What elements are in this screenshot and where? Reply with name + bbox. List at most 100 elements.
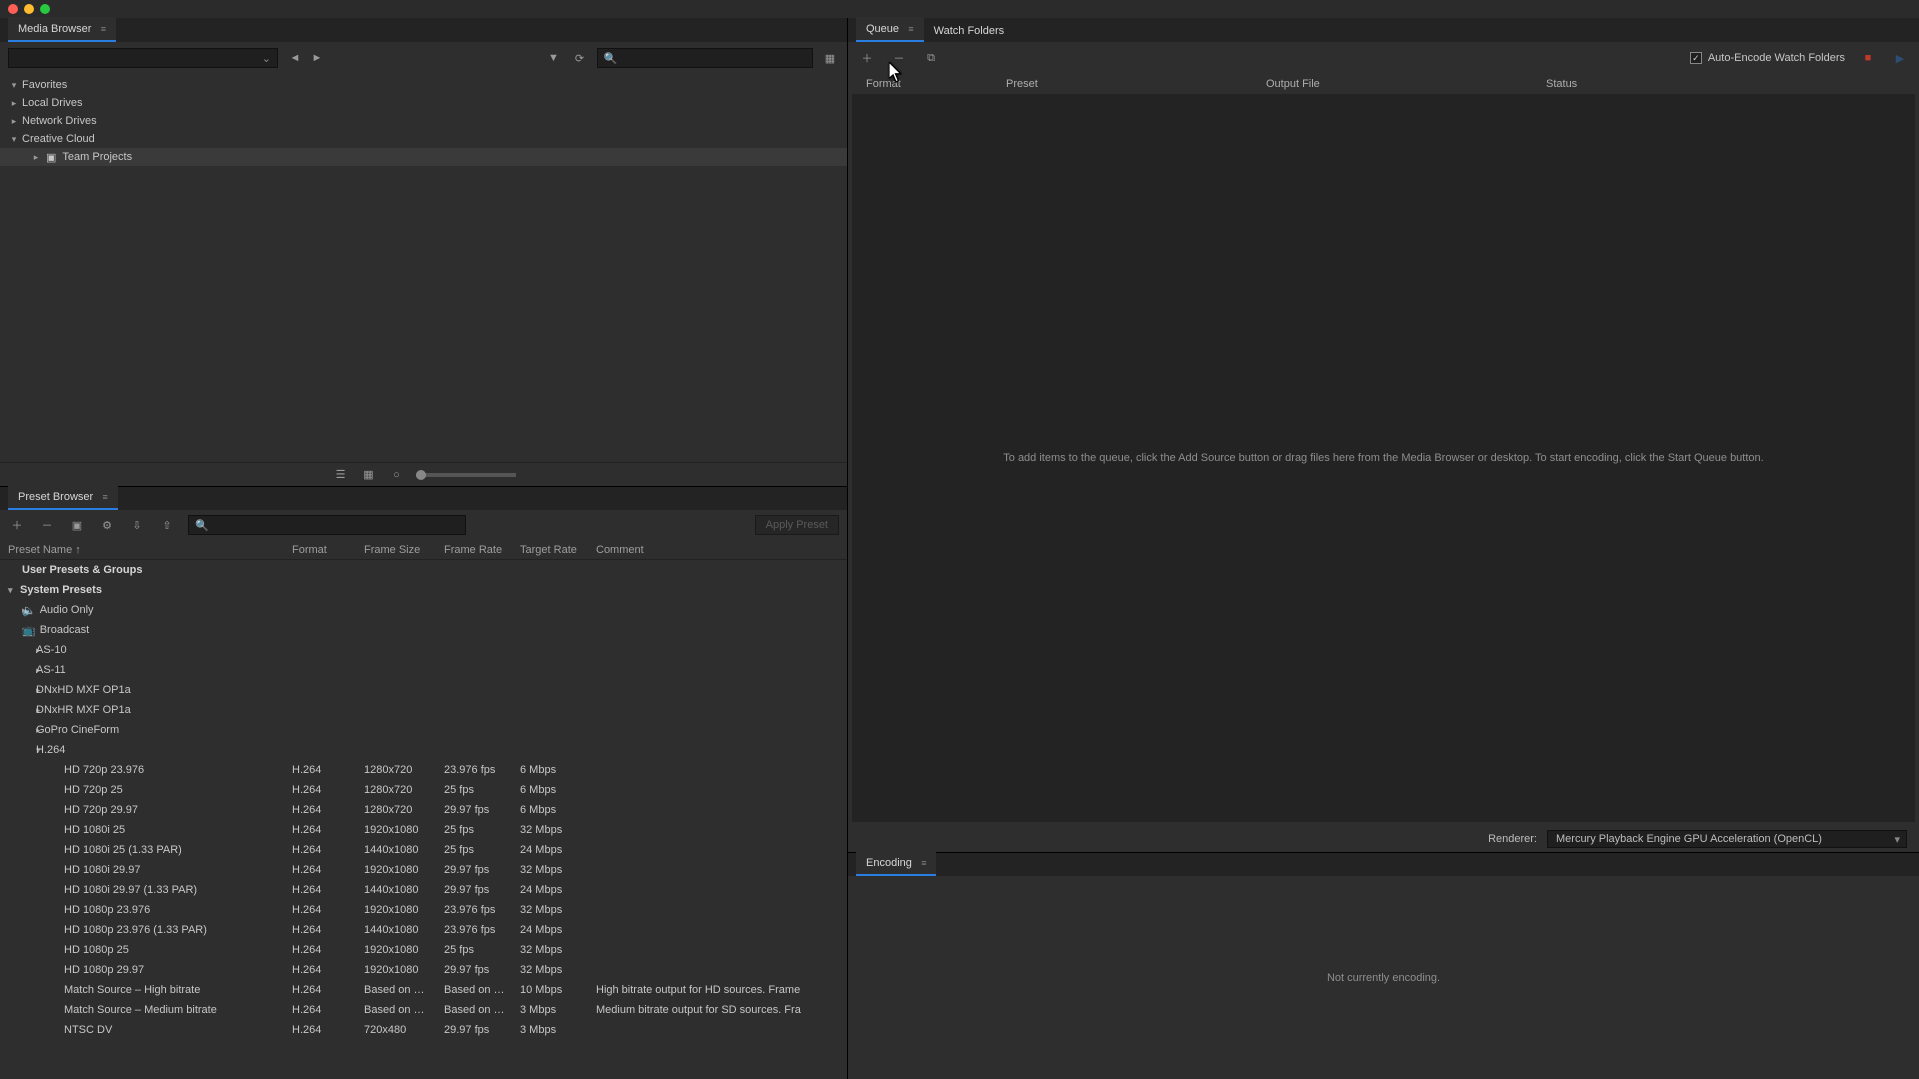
preset-row[interactable]: HD 1080p 25H.2641920x108025 fps32 Mbps [0,940,847,960]
col-format[interactable]: Format [292,544,364,556]
preset-row[interactable]: HD 1080i 25H.2641920x108025 fps32 Mbps [0,820,847,840]
list-view-icon[interactable]: ☰ [332,466,350,484]
minimize-window-icon[interactable] [24,4,34,14]
auto-encode-checkbox[interactable]: ✓ Auto-Encode Watch Folders [1690,52,1845,64]
group-dnxhr[interactable]: ▸DNxHR MXF OP1a [0,700,847,720]
tab-label: Preset Browser [18,491,93,503]
twisty-icon: ▸ [30,152,42,163]
group-gopro[interactable]: ▸GoPro CineForm [0,720,847,740]
tab-preset-browser[interactable]: Preset Browser ≡ [8,485,118,510]
panel-menu-icon[interactable]: ≡ [908,24,913,34]
export-preset-icon[interactable]: ⇧ [158,516,176,534]
queue-drop-area[interactable]: To add items to the queue, click the Add… [852,94,1915,822]
preset-row[interactable]: NTSC DVH.264720x48029.97 fps3 Mbps [0,1020,847,1040]
preset-settings-icon[interactable]: ⚙ [98,516,116,534]
panel-menu-icon[interactable]: ≡ [103,492,108,502]
new-group-icon[interactable]: ▣ [68,516,86,534]
tab-queue[interactable]: Queue ≡ [856,17,924,42]
chevron-down-icon: ⌄ [262,52,271,65]
preset-rate: 29.97 fps [444,1024,520,1036]
remove-source-icon[interactable]: － [890,49,908,67]
close-window-icon[interactable] [8,4,18,14]
preset-target: 32 Mbps [520,824,596,836]
tree-team-projects[interactable]: ▸▣Team Projects [0,148,847,166]
tree-label: Team Projects [60,151,132,163]
start-queue-icon[interactable]: ▶ [1891,49,1909,67]
preset-size: Based on … [364,984,444,996]
preset-format: H.264 [292,1024,364,1036]
preset-row[interactable]: HD 720p 29.97H.2641280x72029.97 fps6 Mbp… [0,800,847,820]
twisty-icon: ▸ [8,116,20,127]
refresh-icon[interactable]: ⟳ [571,49,589,67]
tree-creative-cloud[interactable]: ▾Creative Cloud [0,130,847,148]
remove-preset-icon[interactable]: － [38,516,56,534]
twisty-icon: ▸ [8,645,36,656]
twisty-icon: ▸ [8,685,36,696]
preset-row[interactable]: HD 720p 23.976H.2641280x72023.976 fps6 M… [0,760,847,780]
preset-format: H.264 [292,884,364,896]
preset-row[interactable]: HD 1080i 29.97 (1.33 PAR)H.2641440x10802… [0,880,847,900]
preset-row[interactable]: HD 1080p 23.976H.2641920x108023.976 fps3… [0,900,847,920]
preset-target: 24 Mbps [520,924,596,936]
group-audio-only[interactable]: ▸🔈Audio Only [0,600,847,620]
col-preset-name[interactable]: Preset Name ↑ [8,544,292,556]
panel-menu-icon[interactable]: ≡ [921,858,926,868]
group-as10[interactable]: ▸AS-10 [0,640,847,660]
group-system-presets[interactable]: ▾System Presets [0,580,847,600]
preset-row[interactable]: HD 1080p 23.976 (1.33 PAR)H.2641440x1080… [0,920,847,940]
col-target-rate[interactable]: Target Rate [520,544,596,556]
tree-local-drives[interactable]: ▸Local Drives [0,94,847,112]
nav-forward-icon[interactable]: ► [308,49,326,67]
maximize-window-icon[interactable] [40,4,50,14]
preset-search-input[interactable]: 🔍 [188,515,466,535]
group-broadcast[interactable]: ▾📺Broadcast [0,620,847,640]
preset-size: 720x480 [364,1024,444,1036]
preset-name: Match Source – Medium bitrate [8,1004,217,1016]
nav-back-icon[interactable]: ◄ [286,49,304,67]
tab-watch-folders[interactable]: Watch Folders [924,19,1015,42]
twisty-icon: ▾ [8,585,20,596]
preset-name: HD 1080i 25 (1.33 PAR) [8,844,182,856]
col-comment[interactable]: Comment [596,544,847,556]
stop-queue-icon[interactable]: ■ [1859,49,1877,67]
queue-tabbar: Queue ≡ Watch Folders [848,18,1919,42]
col-frame-size[interactable]: Frame Size [364,544,444,556]
group-h264[interactable]: ▾H.264 [0,740,847,760]
zoom-out-icon[interactable]: ○ [388,466,406,484]
preset-row[interactable]: HD 1080i 25 (1.33 PAR)H.2641440x108025 f… [0,840,847,860]
zoom-slider[interactable] [416,473,516,477]
renderer-dropdown[interactable]: Mercury Playback Engine GPU Acceleration… [1547,830,1907,848]
preset-format: H.264 [292,1004,364,1016]
apply-preset-button[interactable]: Apply Preset [755,515,839,535]
preset-name: HD 1080p 25 [8,944,129,956]
tree-network-drives[interactable]: ▸Network Drives [0,112,847,130]
preset-row[interactable]: Match Source – High bitrateH.264Based on… [0,980,847,1000]
tab-media-browser[interactable]: Media Browser ≡ [8,17,116,42]
add-preset-icon[interactable]: ＋ [8,516,26,534]
panel-menu-icon[interactable]: ≡ [101,24,106,34]
preset-row[interactable]: HD 720p 25H.2641280x72025 fps6 Mbps [0,780,847,800]
media-browser-tabbar: Media Browser ≡ [0,18,847,42]
ingest-icon[interactable]: ▦ [821,49,839,67]
col-frame-rate[interactable]: Frame Rate [444,544,520,556]
preset-row[interactable]: HD 1080i 29.97H.2641920x108029.97 fps32 … [0,860,847,880]
sort-asc-icon: ↑ [75,544,81,556]
tree-favorites[interactable]: ▾Favorites [0,76,847,94]
preset-row[interactable]: HD 1080p 29.97H.2641920x108029.97 fps32 … [0,960,847,980]
tab-label: Watch Folders [934,25,1005,37]
duplicate-icon[interactable]: ⧉ [922,49,940,67]
tab-encoding[interactable]: Encoding ≡ [856,851,936,876]
group-user-presets[interactable]: User Presets & Groups [0,560,847,580]
preset-target: 6 Mbps [520,784,596,796]
path-dropdown[interactable]: ⌄ [8,48,278,68]
preset-row[interactable]: Match Source – Medium bitrateH.264Based … [0,1000,847,1020]
group-dnxhd[interactable]: ▸DNxHD MXF OP1a [0,680,847,700]
import-preset-icon[interactable]: ⇩ [128,516,146,534]
add-source-icon[interactable]: ＋ [858,49,876,67]
filter-icon[interactable]: ▼ [545,49,563,67]
media-search-input[interactable]: 🔍 [597,48,814,68]
group-as11[interactable]: ▸AS-11 [0,660,847,680]
group-label: DNxHR MXF OP1a [36,704,131,716]
thumb-view-icon[interactable]: ▦ [360,466,378,484]
preset-target: 6 Mbps [520,804,596,816]
